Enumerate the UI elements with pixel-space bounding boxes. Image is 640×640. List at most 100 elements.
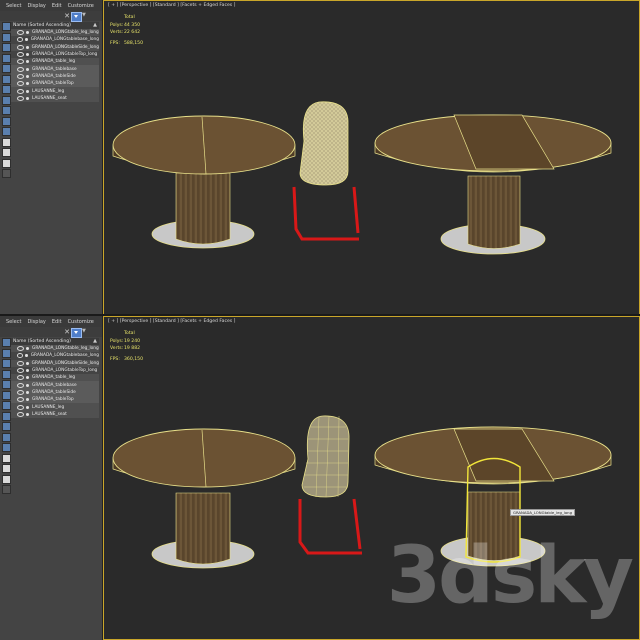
filter-icon[interactable]: [71, 12, 82, 22]
list-item[interactable]: GRANADA_LONGtableSide_long: [11, 359, 99, 367]
eye-icon[interactable]: [17, 59, 24, 65]
chevron-down-icon[interactable]: ▼: [82, 328, 86, 334]
chair-seat[interactable]: [301, 415, 350, 498]
eye-icon[interactable]: [17, 397, 24, 403]
eye-icon[interactable]: [17, 95, 24, 101]
list-item[interactable]: LAUSANNE_leg: [11, 403, 99, 411]
display-all-icon[interactable]: [2, 127, 11, 136]
list-item[interactable]: GRANADA_tableSide: [11, 388, 99, 397]
close-icon[interactable]: ✕: [63, 12, 71, 20]
display-lights-icon[interactable]: [2, 53, 11, 63]
eye-icon[interactable]: [17, 66, 24, 72]
eye-icon[interactable]: [17, 37, 24, 43]
menu-customize[interactable]: Customize: [68, 319, 94, 325]
display-none-icon[interactable]: [2, 22, 11, 31]
list-item[interactable]: GRANADA_LONGtable_leg_long: [11, 345, 99, 353]
eye-icon[interactable]: [17, 360, 24, 366]
round-table-pedestal[interactable]: [175, 172, 231, 245]
eye-icon[interactable]: [17, 73, 24, 79]
display-helpers-icon[interactable]: [2, 74, 11, 84]
list-item[interactable]: GRANADA_tableTop: [11, 80, 99, 88]
list-item[interactable]: LAUSANNE_seat: [11, 410, 99, 418]
eye-icon[interactable]: [17, 375, 24, 381]
eye-icon[interactable]: [17, 382, 24, 388]
eye-icon[interactable]: [17, 389, 24, 395]
round-table[interactable]: [112, 115, 296, 249]
display-bones-icon[interactable]: [2, 116, 11, 126]
hierarchy-icon[interactable]: [2, 453, 11, 463]
display-lights-icon[interactable]: [2, 369, 11, 379]
hierarchy-icon[interactable]: [2, 137, 11, 147]
settings-icon[interactable]: [2, 485, 11, 494]
chair[interactable]: [298, 415, 362, 555]
find-icon[interactable]: [2, 158, 11, 168]
menu-edit[interactable]: Edit: [52, 3, 62, 9]
layers-icon[interactable]: [2, 148, 11, 157]
display-cameras-icon[interactable]: [2, 380, 11, 389]
list-item[interactable]: GRANADA_tableTop: [11, 396, 99, 404]
oval-table[interactable]: [374, 114, 612, 255]
eye-icon[interactable]: [17, 44, 24, 50]
list-item[interactable]: GRANADA_LONGtableSide_long: [11, 43, 99, 51]
display-warps-icon[interactable]: [2, 85, 11, 94]
chair-seat[interactable]: [299, 101, 349, 186]
find-icon[interactable]: [2, 474, 11, 484]
list-header[interactable]: Name (Sorted Ascending) ▲: [11, 338, 99, 345]
menu-display[interactable]: Display: [27, 3, 45, 9]
display-warps-icon[interactable]: [2, 401, 11, 410]
round-table[interactable]: [112, 428, 296, 569]
list-item[interactable]: GRANADA_table_leg: [11, 58, 99, 66]
list-item[interactable]: GRANADA_table_leg: [11, 374, 99, 382]
list-item[interactable]: GRANADA_tablebase: [11, 65, 99, 73]
list-item[interactable]: LAUSANNE_leg: [11, 87, 99, 95]
display-xrefs-icon[interactable]: [2, 106, 11, 115]
list-item[interactable]: GRANADA_tablebase: [11, 381, 99, 389]
menu-select[interactable]: Select: [6, 319, 21, 325]
eye-icon[interactable]: [17, 346, 24, 352]
eye-icon[interactable]: [17, 368, 24, 374]
oval-table-pedestal[interactable]: [467, 175, 521, 249]
filter-icon[interactable]: [71, 328, 82, 338]
list-item[interactable]: LAUSANNE_seat: [11, 94, 99, 102]
display-bones-icon[interactable]: [2, 432, 11, 442]
layers-icon[interactable]: [2, 464, 11, 473]
display-none-icon[interactable]: [2, 338, 11, 347]
round-table-pedestal[interactable]: [175, 492, 231, 565]
menu-edit[interactable]: Edit: [52, 319, 62, 325]
chair-frame[interactable]: [298, 498, 362, 555]
display-xrefs-icon[interactable]: [2, 422, 11, 431]
chevron-down-icon[interactable]: ▼: [82, 12, 86, 18]
display-groups-icon[interactable]: [2, 95, 11, 105]
list-item[interactable]: GRANADA_LONGtable_leg_long: [11, 29, 99, 37]
eye-icon[interactable]: [17, 81, 24, 87]
settings-icon[interactable]: [2, 169, 11, 178]
eye-icon[interactable]: [17, 411, 24, 417]
menu-display[interactable]: Display: [27, 319, 45, 325]
chair-frame[interactable]: [292, 186, 360, 241]
display-all-icon[interactable]: [2, 443, 11, 452]
close-icon[interactable]: ✕: [63, 328, 71, 336]
menu-customize[interactable]: Customize: [68, 3, 94, 9]
display-geometry-icon[interactable]: [2, 32, 11, 42]
display-shapes-icon[interactable]: [2, 359, 11, 368]
list-item[interactable]: GRANADA_LONGtableTop_long: [11, 367, 99, 374]
list-item[interactable]: GRANADA_tableSide: [11, 72, 99, 81]
eye-icon[interactable]: [17, 353, 24, 359]
chair[interactable]: [292, 101, 360, 241]
eye-icon[interactable]: [17, 30, 24, 36]
display-helpers-icon[interactable]: [2, 390, 11, 400]
eye-icon[interactable]: [17, 52, 24, 58]
display-shapes-icon[interactable]: [2, 43, 11, 52]
list-item[interactable]: GRANADA_LONGtablebase_long: [11, 36, 99, 43]
list-header[interactable]: Name (Sorted Ascending) ▲: [11, 22, 99, 29]
eye-icon[interactable]: [17, 88, 24, 94]
eye-icon[interactable]: [17, 404, 24, 410]
display-cameras-icon[interactable]: [2, 64, 11, 73]
display-geometry-icon[interactable]: [2, 348, 11, 358]
perspective-viewport[interactable]: [ + ] [Perspective ] [Standard ] [Facets…: [103, 0, 640, 316]
display-groups-icon[interactable]: [2, 411, 11, 421]
perspective-viewport[interactable]: [ + ] [Perspective ] [Standard ] [Facets…: [103, 316, 640, 640]
list-item[interactable]: GRANADA_LONGtableTop_long: [11, 51, 99, 58]
menu-select[interactable]: Select: [6, 3, 21, 9]
list-item[interactable]: GRANADA_LONGtablebase_long: [11, 352, 99, 359]
